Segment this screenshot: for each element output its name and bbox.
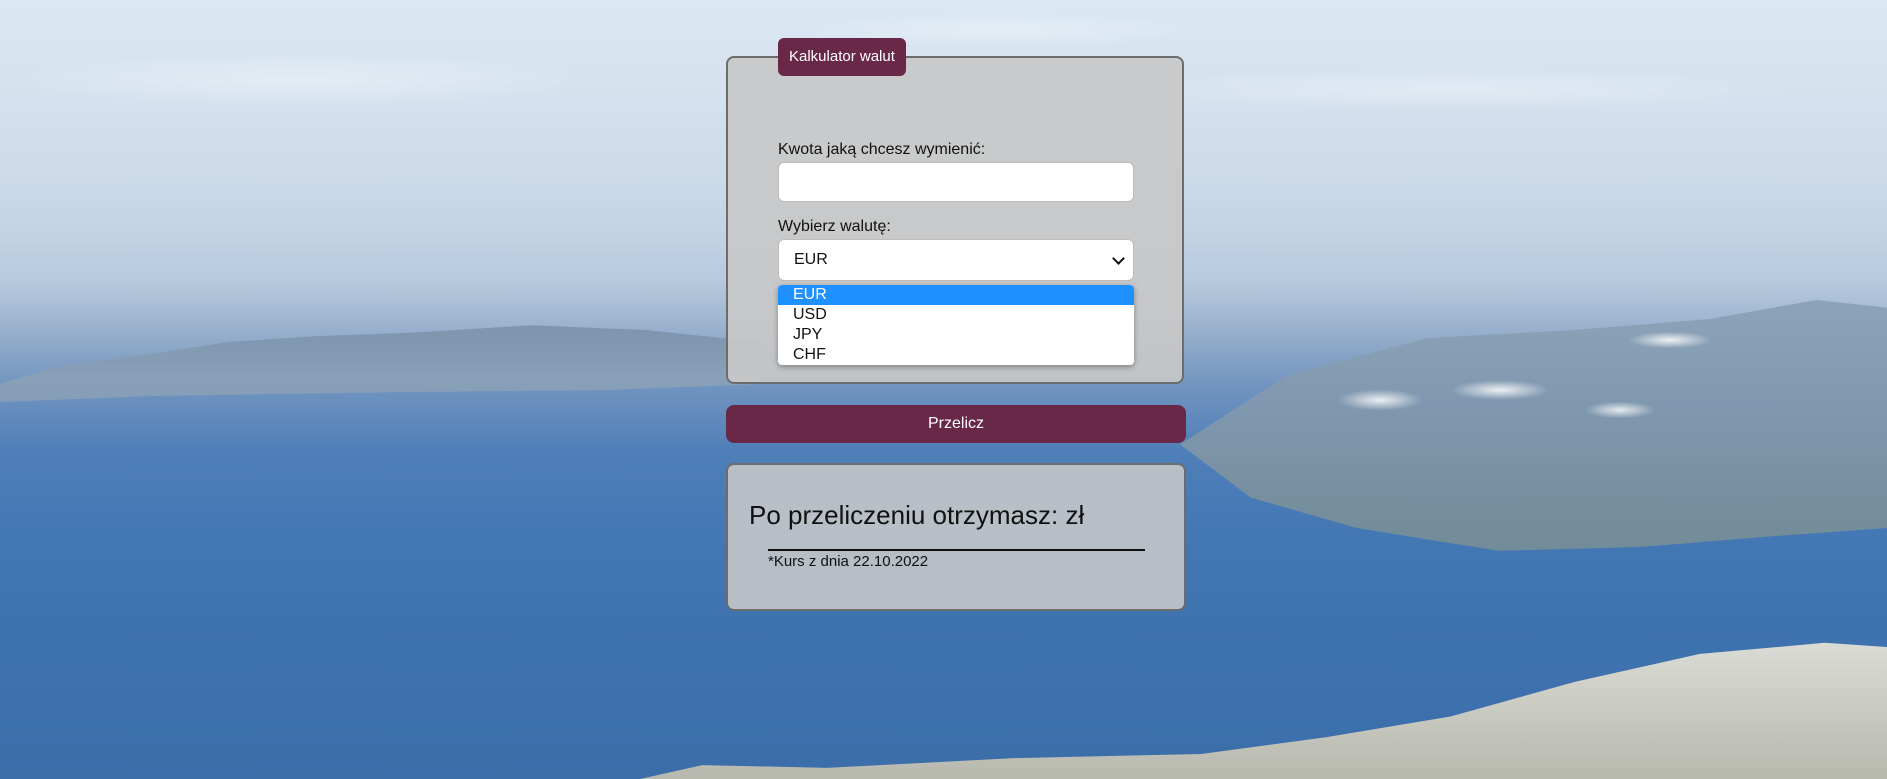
chevron-down-icon [1112,252,1125,265]
amount-label: Kwota jaką chcesz wymienić: [778,141,986,158]
currency-label: Wybierz walutę: [778,218,891,235]
currency-option-usd[interactable]: USD [778,305,1134,325]
result-divider [768,549,1145,551]
convert-button[interactable]: Przelicz [726,405,1186,443]
background-rocks [640,642,1887,779]
result-panel [726,463,1186,611]
currency-option-chf[interactable]: CHF [778,345,1134,365]
currency-option-eur[interactable]: EUR [778,285,1134,305]
result-currency: zł [1065,500,1085,530]
background-clouds [1300,320,1750,440]
currency-dropdown-list: EUR USD JPY CHF [778,285,1134,365]
background-mountains-left [0,325,760,402]
amount-input[interactable] [778,162,1134,202]
result-prefix: Po przeliczeniu otrzymasz: [749,500,1059,530]
result-text: Po przeliczeniu otrzymasz: zł [749,500,1084,531]
currency-select[interactable]: EUR [778,239,1134,281]
currency-option-jpy[interactable]: JPY [778,325,1134,345]
calculator-legend: Kalkulator walut [778,38,906,76]
rate-note: *Kurs z dnia 22.10.2022 [768,553,929,570]
currency-select-value: EUR [794,251,828,268]
